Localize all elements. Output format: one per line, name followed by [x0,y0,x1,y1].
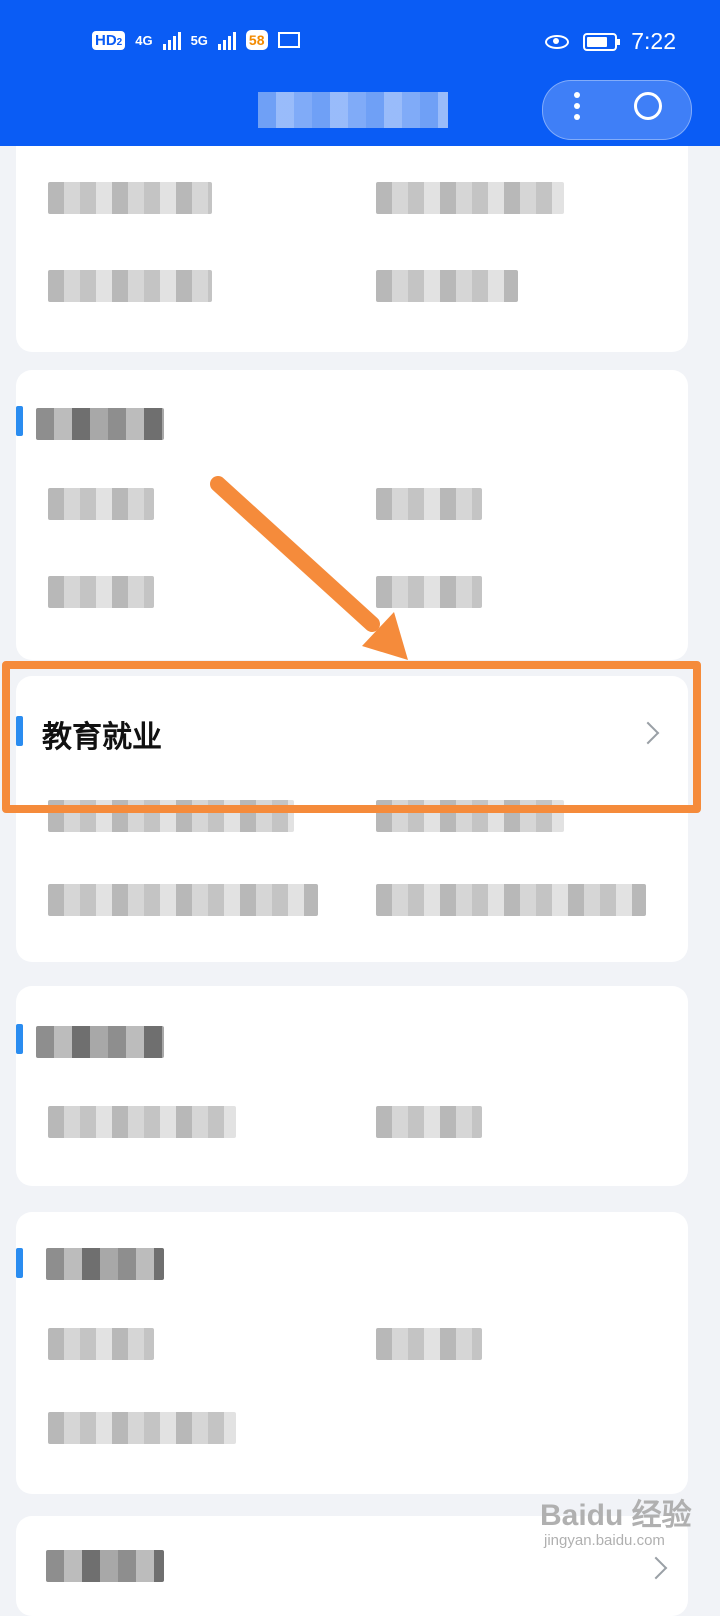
watermark-logo: Baidu 经验 [540,1499,692,1532]
watermark-url: jingyan.baidu.com [544,1532,665,1549]
annotation-highlight-box [2,661,701,813]
